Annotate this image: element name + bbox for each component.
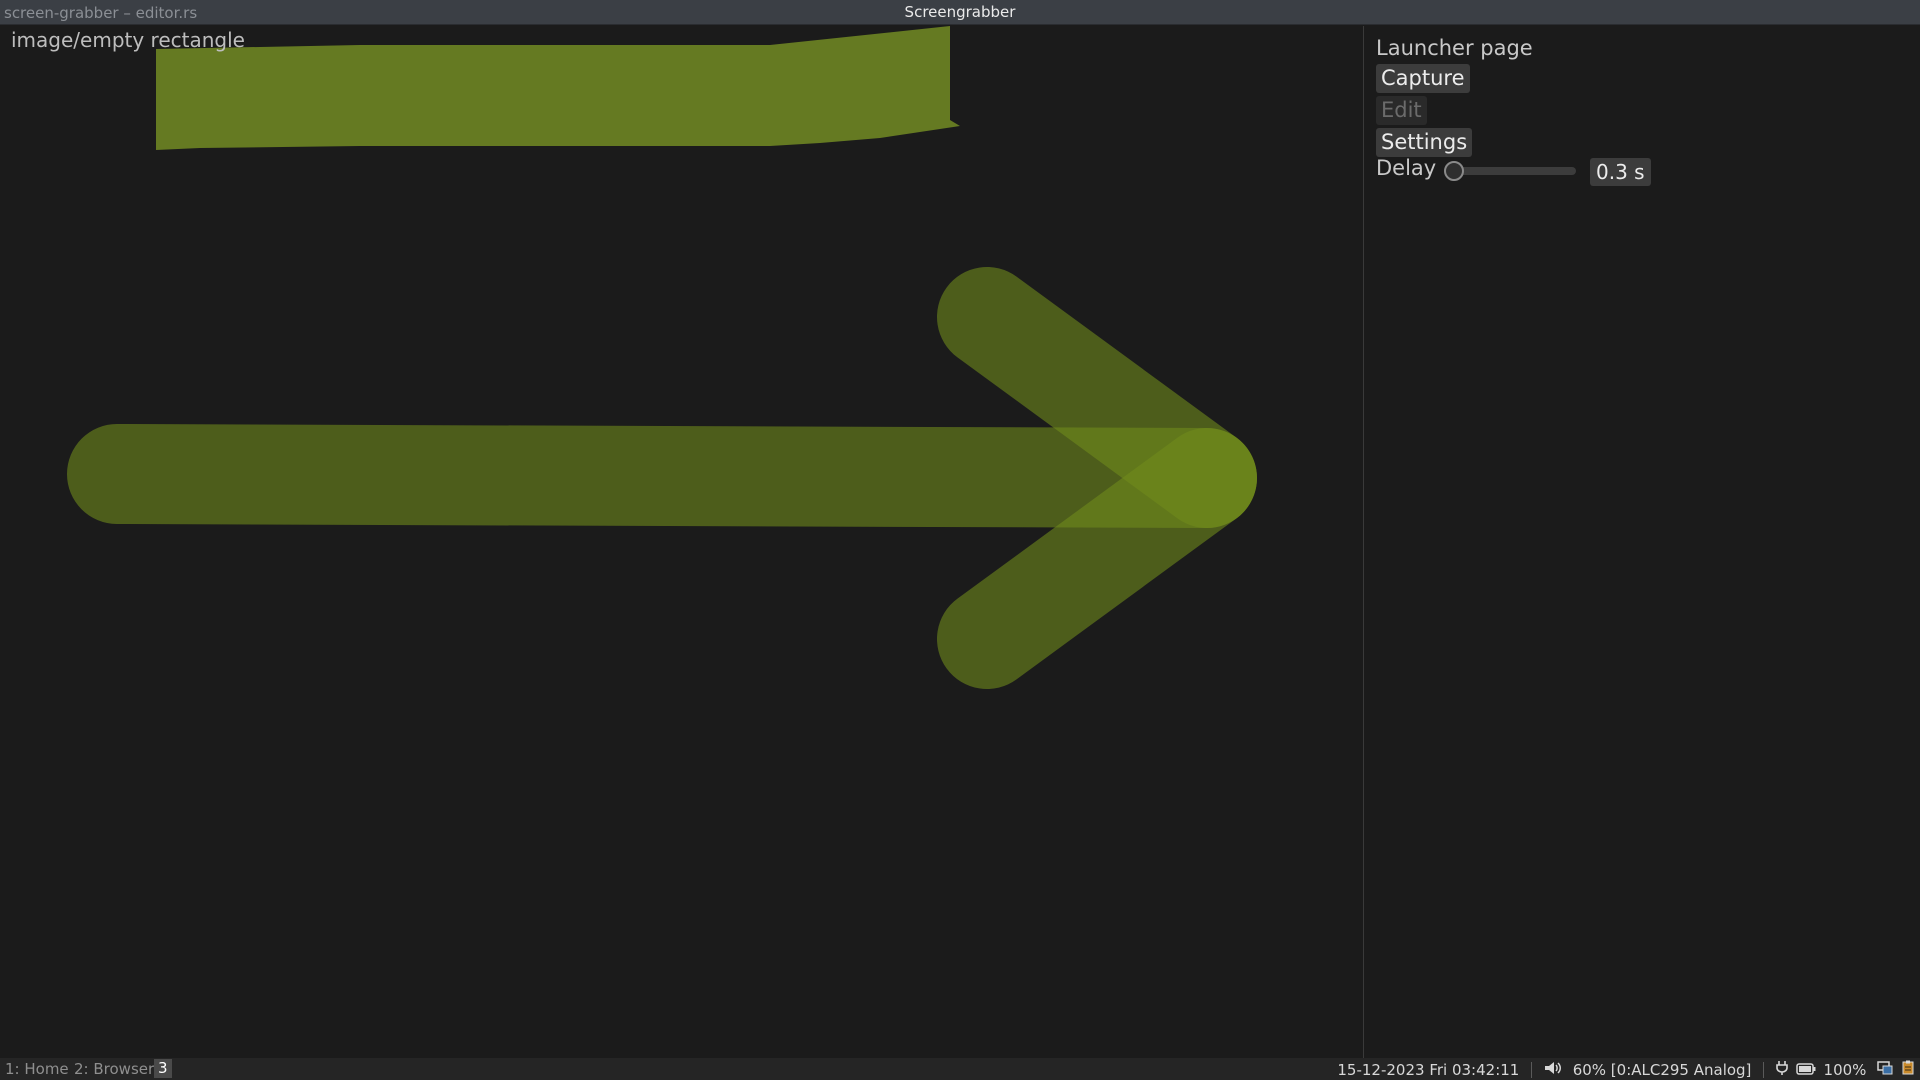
title-bar: screen-grabber – editor.rs Screengrabber [0, 0, 1920, 25]
delay-value-field[interactable]: 0.3 s [1590, 158, 1651, 186]
image-name-label: image/empty rectangle [11, 28, 245, 52]
volume-status: 60% [0:ALC295 Analog] [1572, 1060, 1752, 1079]
workspace-1[interactable]: 1: Home [5, 1060, 69, 1078]
panel-heading: Launcher page [1376, 36, 1533, 60]
image-canvas[interactable]: image/empty rectangle [0, 26, 1363, 1058]
separator [1531, 1061, 1533, 1078]
plug-icon [1776, 1060, 1788, 1079]
settings-button[interactable]: Settings [1376, 128, 1473, 157]
app-title: Screengrabber [904, 3, 1016, 21]
capture-button[interactable]: Capture [1376, 64, 1470, 93]
battery-status: 100% [1823, 1060, 1867, 1079]
speaker-icon[interactable] [1544, 1061, 1562, 1079]
status-indicators: 15-12-2023 Fri 03:42:11 60% [0:ALC295 An… [1337, 1060, 1914, 1079]
display-icon[interactable] [1877, 1060, 1893, 1079]
separator [1763, 1061, 1765, 1078]
clipboard-icon[interactable] [1902, 1060, 1914, 1079]
edit-button: Edit [1376, 96, 1427, 125]
delay-slider[interactable] [1443, 161, 1576, 181]
status-bar: 1: Home 2: Browser 3 15-12-2023 Fri 03:4… [0, 1058, 1920, 1080]
datetime: 15-12-2023 Fri 03:42:11 [1337, 1060, 1520, 1079]
arrow-annotation[interactable] [67, 267, 1257, 689]
launcher-panel: Launcher page Capture Edit Settings Dela… [1364, 26, 1920, 1058]
battery-icon [1796, 1061, 1816, 1079]
delay-label: Delay [1376, 156, 1437, 180]
delay-row: Delay 0.3 s [1376, 156, 1776, 186]
arrow-shaft [67, 424, 1257, 528]
delay-slider-handle[interactable] [1443, 161, 1464, 181]
workspace-3[interactable]: 3 [154, 1059, 172, 1078]
workspace-2[interactable]: 2: Browser [74, 1060, 154, 1078]
annotation-layer [67, 26, 1257, 689]
highlight-rectangle[interactable] [156, 26, 960, 150]
